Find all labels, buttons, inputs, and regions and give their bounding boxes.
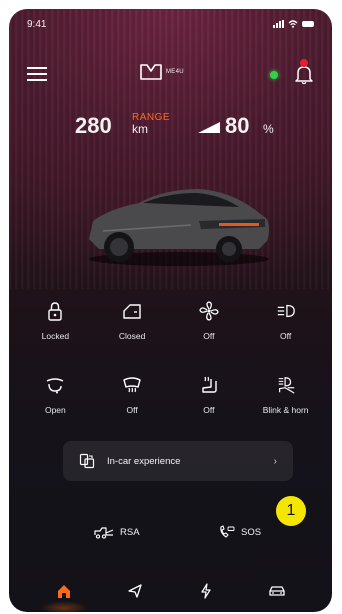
lightning-icon [201,582,211,599]
battery-unit: % [263,122,274,136]
brand-logo-icon [140,64,162,80]
defrost-label: Off [126,405,138,415]
navigation-arrow-icon [128,583,142,598]
rsa-button[interactable]: RSA [94,525,140,539]
nav-navigation[interactable] [123,579,147,603]
battery-value: 80 [225,113,250,138]
range-value: 280 [75,113,112,138]
seat-heat-icon [199,375,219,395]
sunroof-icon [45,375,65,395]
sunroof-control[interactable]: Open [20,375,90,415]
fan-label: Off [203,331,215,341]
annotation-marker: 1 [276,496,306,526]
brand-logo: ME4U [139,63,184,81]
phone-screen: 9:41 ME4U 280 RANGE km 80 % Locked Close… [9,9,332,612]
in-car-experience-label: In-car experience [107,455,181,467]
car-image [89,189,269,266]
fan-control[interactable]: Off [174,301,244,341]
status-bar: 9:41 [27,17,314,31]
wifi-icon [288,20,298,28]
door-label: Closed [118,331,146,341]
in-car-experience-button[interactable]: In-car experience › [63,441,293,481]
status-icons [273,20,314,28]
headlight-control[interactable]: Off [251,301,321,341]
defrost-icon [122,375,142,395]
in-car-experience-icon [79,453,95,469]
sos-label: SOS [241,526,262,538]
defrost-control[interactable]: Off [97,375,167,415]
nav-home[interactable] [40,579,89,612]
tow-truck-icon [94,527,114,539]
car-door-icon [122,301,142,321]
lock-icon [45,301,65,321]
nav-vehicle[interactable] [265,579,289,603]
sos-button[interactable]: SOS [219,525,261,539]
notification-badge [300,59,308,67]
notifications-button[interactable] [294,59,314,85]
door-control[interactable]: Closed [97,301,167,341]
seat-heat-label: Off [203,405,215,415]
chevron-right-icon: › [273,455,277,467]
connection-status-dot [270,71,278,79]
top-bar: ME4U [27,59,314,87]
lock-control[interactable]: Locked [20,301,90,341]
brand-logo-text: ME4U [166,69,184,75]
menu-button[interactable] [27,67,47,81]
sunroof-label: Open [44,405,66,415]
controls-row-1: Locked Closed Off Off [17,301,324,341]
headlight-label: Off [280,331,292,341]
blink-horn-control[interactable]: Blink & horn [251,375,321,415]
headlight-icon [276,301,296,321]
range-unit: km [132,122,148,136]
controls-row-2: Open Off Off Blink & horn [17,375,324,415]
seat-heat-control[interactable]: Off [174,375,244,415]
lock-label: Locked [41,331,70,341]
fan-icon [199,301,219,321]
rsa-label: RSA [120,526,140,538]
battery-charge-icon [198,122,220,133]
status-time: 9:41 [27,18,47,30]
battery-status-icon [302,21,314,27]
sos-phone-icon [220,525,235,538]
bottom-nav [9,569,332,612]
blink-horn-label: Blink & horn [262,405,309,415]
vehicle-stats: 280 RANGE km 80 % [9,109,332,149]
nav-charging[interactable] [194,579,218,603]
car-icon [268,585,285,596]
home-icon [58,584,71,598]
blink-horn-icon [276,375,296,395]
signal-icon [273,20,284,28]
